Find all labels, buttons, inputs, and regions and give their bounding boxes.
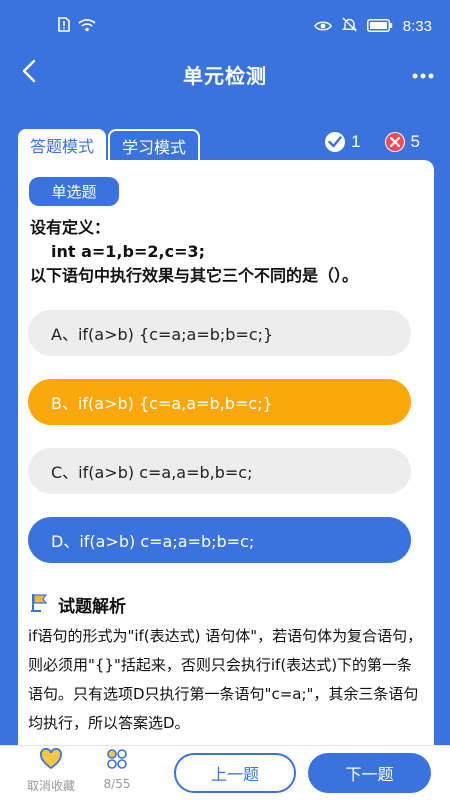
status-bar: 8:33 — [0, 0, 450, 50]
unfavorite-button[interactable]: 取消收藏 — [16, 747, 86, 794]
question-stem: 设有定义： int a=1,b=2,c=3; 以下语句中执行效果与其它三个不同的… — [30, 216, 422, 288]
more-dots-icon — [412, 64, 434, 83]
mute-bell-icon — [341, 17, 357, 36]
tab-answer-mode[interactable]: 答题模式 — [18, 129, 107, 160]
question-line-2: int a=1,b=2,c=3; — [51, 242, 205, 261]
app-header: 单元检测 — [0, 50, 450, 96]
option-c[interactable]: C、if(a>b) c=a,a=b,b=c; — [28, 448, 411, 494]
question-line-3: 以下语句中执行效果与其它三个不同的是（）。 — [30, 266, 359, 285]
page-title: 单元检测 — [183, 64, 267, 88]
progress-label: 8/55 — [103, 777, 131, 791]
question-type-badge: 单选题 — [29, 177, 119, 206]
previous-question-button[interactable]: 上一题 — [174, 753, 296, 793]
option-b[interactable]: B、if(a>b) {c=a,a=b,b=c;} — [28, 379, 411, 425]
grid-icon — [106, 748, 128, 773]
analysis-title: 试题解析 — [58, 597, 126, 617]
correct-count: 1 — [351, 132, 361, 151]
battery-icon — [366, 18, 393, 36]
mode-tabs: 答题模式 学习模式 — [18, 129, 201, 160]
bottom-bar: 取消收藏 8/55 上一题 下一题 — [0, 745, 450, 800]
sim-alert-icon — [58, 17, 70, 36]
score-summary: 1 5 — [325, 132, 420, 152]
option-d[interactable]: D、if(a>b) c=a;a=b;b=c; — [28, 517, 411, 563]
favorite-heart-icon — [39, 747, 63, 773]
status-left — [58, 17, 96, 36]
analysis-heading: 试题解析 — [30, 592, 126, 617]
tab-study-mode[interactable]: 学习模式 — [108, 129, 201, 160]
next-question-button[interactable]: 下一题 — [308, 753, 431, 793]
status-time: 8:33 — [402, 18, 432, 35]
status-right: 8:33 — [313, 17, 432, 36]
cross-icon — [384, 132, 405, 152]
eye-icon — [313, 18, 332, 36]
flag-icon — [30, 592, 50, 617]
analysis-text: if语句的形式为"if(表达式) 语句体"，若语句体为复合语句，则必须用"{}"… — [28, 627, 423, 732]
favorite-label: 取消收藏 — [26, 779, 75, 793]
wrong-count: 5 — [410, 132, 420, 151]
more-button[interactable] — [408, 58, 438, 88]
option-a[interactable]: A、if(a>b) {c=a;a=b;b=c;} — [28, 310, 411, 356]
question-card: 单选题 设有定义： int a=1,b=2,c=3; 以下语句中执行效果与其它三… — [18, 160, 434, 800]
question-navigator-button[interactable]: 8/55 — [82, 748, 152, 791]
check-icon — [325, 132, 346, 152]
question-line-1: 设有定义： — [30, 218, 111, 237]
wifi-icon — [78, 18, 96, 36]
